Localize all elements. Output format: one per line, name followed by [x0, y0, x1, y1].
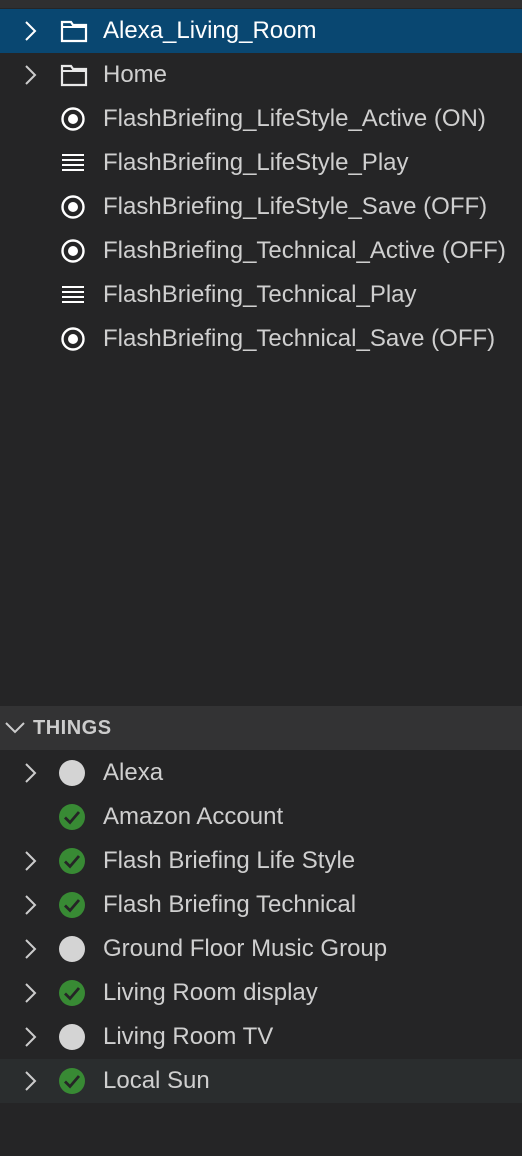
tree-item-home[interactable]: Home: [0, 53, 522, 97]
folder-icon: [60, 64, 88, 87]
status-online-icon: [59, 892, 85, 918]
tree-item-alexa-living-room[interactable]: Alexa_Living_Room: [0, 9, 522, 53]
radio-icon: [61, 107, 85, 131]
tree-item-label: FlashBriefing_Technical_Play: [103, 281, 417, 308]
list-icon: [62, 286, 84, 303]
tree-item-lifestyle-save[interactable]: FlashBriefing_LifeStyle_Save (OFF): [0, 185, 522, 229]
thing-item-alexa[interactable]: Alexa: [0, 751, 522, 795]
tree-item-lifestyle-play[interactable]: FlashBriefing_LifeStyle_Play: [0, 141, 522, 185]
tree-item-label: FlashBriefing_Technical_Save (OFF): [103, 325, 496, 352]
thing-item-label: Living Room display: [103, 979, 318, 1006]
chevron-right-icon[interactable]: [22, 1070, 40, 1092]
list-icon: [62, 154, 84, 171]
items-tree: Alexa_Living_Room Home FlashBriefing_Lif…: [0, 9, 522, 361]
things-section-header[interactable]: THINGS: [0, 706, 522, 750]
tree-item-technical-save[interactable]: FlashBriefing_Technical_Save (OFF): [0, 317, 522, 361]
thing-item-label: Living Room TV: [103, 1023, 274, 1050]
radio-icon: [61, 327, 85, 351]
thing-item-living-room-tv[interactable]: Living Room TV: [0, 1015, 522, 1059]
chevron-right-icon[interactable]: [22, 982, 40, 1004]
chevron-right-icon[interactable]: [22, 938, 40, 960]
tree-item-lifestyle-active[interactable]: FlashBriefing_LifeStyle_Active (ON): [0, 97, 522, 141]
chevron-down-icon[interactable]: [4, 719, 26, 737]
tree-item-technical-play[interactable]: FlashBriefing_Technical_Play: [0, 273, 522, 317]
tree-item-label: FlashBriefing_LifeStyle_Active (ON): [103, 105, 486, 132]
thing-item-flash-briefing-technical[interactable]: Flash Briefing Technical: [0, 883, 522, 927]
chevron-right-icon[interactable]: [22, 850, 40, 872]
folder-icon: [60, 20, 88, 43]
panel-top-border: [0, 0, 522, 8]
status-online-icon: [59, 980, 85, 1006]
thing-item-label: Ground Floor Music Group: [103, 935, 388, 962]
chevron-right-icon[interactable]: [22, 20, 40, 42]
radio-icon: [61, 195, 85, 219]
status-online-icon: [59, 848, 85, 874]
status-online-icon: [59, 1068, 85, 1094]
status-unknown-icon: [59, 1024, 85, 1050]
thing-item-label: Alexa: [103, 759, 164, 786]
status-unknown-icon: [59, 936, 85, 962]
chevron-right-icon[interactable]: [22, 762, 40, 784]
radio-icon: [61, 239, 85, 263]
thing-item-local-sun[interactable]: Local Sun: [0, 1059, 522, 1103]
thing-item-label: Amazon Account: [103, 803, 284, 830]
chevron-right-icon[interactable]: [22, 894, 40, 916]
tree-item-label: Home: [103, 61, 168, 88]
thing-item-label: Local Sun: [103, 1067, 210, 1094]
tree-item-technical-active[interactable]: FlashBriefing_Technical_Active (OFF): [0, 229, 522, 273]
chevron-right-icon[interactable]: [22, 64, 40, 86]
thing-item-label: Flash Briefing Technical: [103, 891, 357, 918]
tree-item-label: FlashBriefing_LifeStyle_Play: [103, 149, 409, 176]
tree-item-label: Alexa_Living_Room: [103, 17, 317, 44]
thing-item-flash-briefing-life-style[interactable]: Flash Briefing Life Style: [0, 839, 522, 883]
tree-item-label: FlashBriefing_Technical_Active (OFF): [103, 237, 506, 264]
things-tree: Alexa Amazon Account Flash Briefing Life…: [0, 751, 522, 1103]
things-section-title: THINGS: [33, 717, 112, 739]
status-online-icon: [59, 804, 85, 830]
thing-item-amazon-account[interactable]: Amazon Account: [0, 795, 522, 839]
thing-item-label: Flash Briefing Life Style: [103, 847, 356, 874]
status-unknown-icon: [59, 760, 85, 786]
chevron-right-icon[interactable]: [22, 1026, 40, 1048]
tree-item-label: FlashBriefing_LifeStyle_Save (OFF): [103, 193, 488, 220]
thing-item-ground-floor-music-group[interactable]: Ground Floor Music Group: [0, 927, 522, 971]
thing-item-living-room-display[interactable]: Living Room display: [0, 971, 522, 1015]
